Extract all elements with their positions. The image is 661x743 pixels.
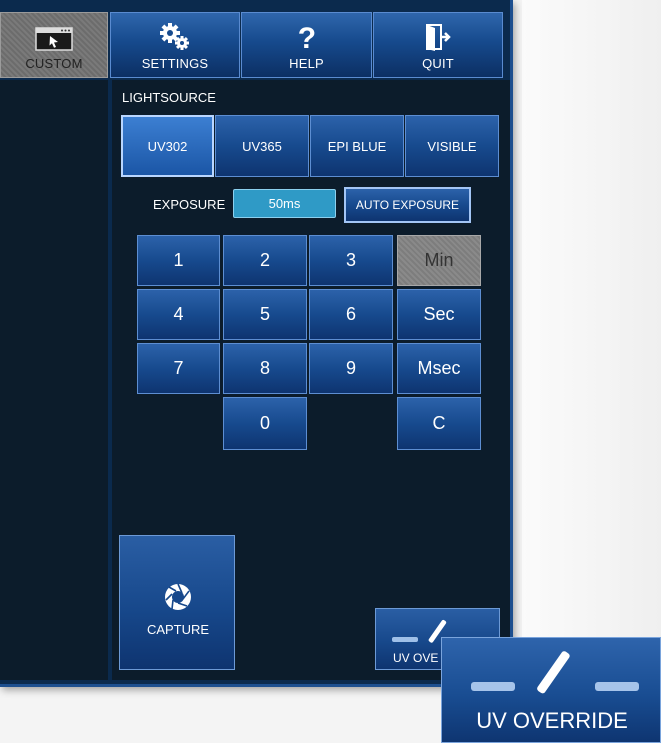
keypad-9[interactable]: 9	[309, 343, 393, 394]
door-exit-icon	[426, 24, 451, 51]
settings-label: SETTINGS	[141, 56, 209, 71]
lightsource-label: LIGHTSOURCE	[122, 90, 216, 105]
keypad-4[interactable]: 4	[137, 289, 220, 340]
quit-label: QUIT	[422, 56, 454, 71]
aperture-icon	[165, 583, 191, 610]
top-toolbar: CUSTOM SETTINGS ? HELP QUIT	[0, 12, 510, 78]
quit-button[interactable]: QUIT	[373, 12, 503, 78]
gear-icon	[160, 23, 189, 50]
lightsource-uv302-button[interactable]: UV302	[121, 115, 214, 177]
unit-sec-button[interactable]: Sec	[397, 289, 481, 340]
keypad-0[interactable]: 0	[223, 397, 307, 450]
capture-label: CAPTURE	[146, 622, 210, 637]
uv-override-zoom-label: UV OVERRIDE	[476, 708, 628, 733]
custom-label: CUSTOM	[25, 56, 83, 71]
background-shade	[522, 0, 661, 743]
keypad-2[interactable]: 2	[223, 235, 307, 286]
question-icon: ?	[297, 22, 316, 52]
uv-override-icon	[471, 651, 639, 694]
lightsource-uv365-button[interactable]: UV365	[215, 115, 309, 177]
keypad-3[interactable]: 3	[309, 235, 393, 286]
uv-override-zoom-callout: UV OVERRIDE	[441, 637, 661, 743]
custom-button[interactable]: CUSTOM	[0, 12, 108, 78]
preview-panel	[0, 80, 108, 680]
exposure-value-field[interactable]: 50ms	[233, 189, 336, 218]
keypad-1[interactable]: 1	[137, 235, 220, 286]
clear-button[interactable]: C	[397, 397, 481, 450]
keypad-6[interactable]: 6	[309, 289, 393, 340]
keypad-5[interactable]: 5	[223, 289, 307, 340]
keypad-7[interactable]: 7	[137, 343, 220, 394]
help-button[interactable]: ? HELP	[241, 12, 372, 78]
exposure-label: EXPOSURE	[153, 197, 226, 212]
custom-window-icon	[35, 27, 73, 51]
unit-msec-button[interactable]: Msec	[397, 343, 481, 394]
auto-exposure-button[interactable]: AUTO EXPOSURE	[344, 187, 471, 223]
keypad-8[interactable]: 8	[223, 343, 307, 394]
svg-text:?: ?	[297, 22, 316, 52]
unit-min-button[interactable]: Min	[397, 235, 481, 286]
settings-button[interactable]: SETTINGS	[110, 12, 240, 78]
help-label: HELP	[289, 56, 324, 71]
lightsource-epi-blue-button[interactable]: EPI BLUE	[310, 115, 404, 177]
capture-button[interactable]: CAPTURE	[119, 535, 235, 670]
lightsource-visible-button[interactable]: VISIBLE	[405, 115, 499, 177]
uv-override-small-label: UV OVE	[393, 651, 439, 665]
